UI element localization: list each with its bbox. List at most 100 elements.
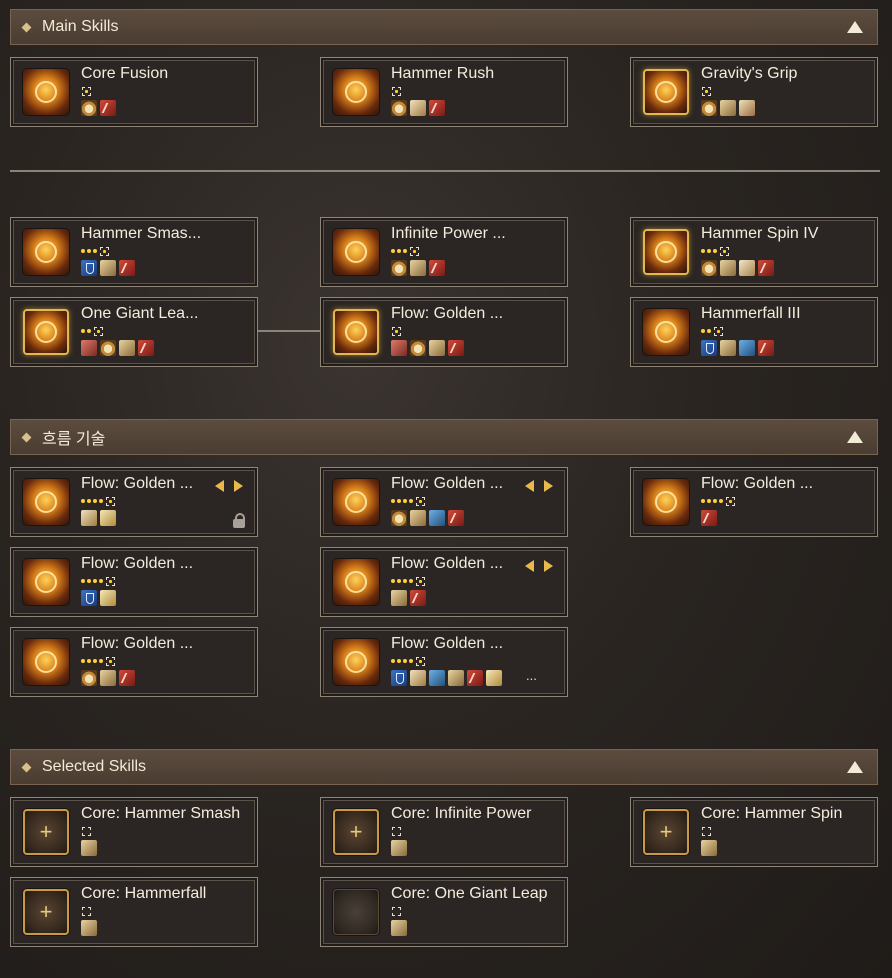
skill-card-infinite-power[interactable]: Infinite Power ... xyxy=(320,217,568,287)
selected-skill-card-one-giant-leap[interactable]: Core: One Giant Leap xyxy=(320,877,568,947)
flow-skill-card-1[interactable]: Flow: Golden ... xyxy=(10,467,258,537)
skill-level xyxy=(81,246,109,256)
add-skill-slot[interactable]: + xyxy=(643,809,689,855)
weak-point-icon xyxy=(758,340,774,356)
arrow-right-icon[interactable] xyxy=(234,480,243,492)
skill-tags xyxy=(701,340,777,356)
main-skill-card-gravitys-grip[interactable]: Gravity's Grip xyxy=(630,57,878,127)
push-immunity-icon xyxy=(391,920,407,936)
stagger-icon xyxy=(81,100,97,116)
stagger-icon xyxy=(391,260,407,276)
selected-skills-header[interactable]: Selected Skills xyxy=(10,749,878,785)
push-immunity-icon xyxy=(391,840,407,856)
skill-tags xyxy=(391,590,429,606)
plus-icon: + xyxy=(39,899,53,924)
runner-icon xyxy=(739,260,755,276)
section-title: Main Skills xyxy=(42,18,119,35)
burst-icon xyxy=(486,670,502,686)
lock-icon[interactable] xyxy=(233,513,245,528)
arrow-right-icon[interactable] xyxy=(544,560,553,572)
skill-level xyxy=(391,906,401,916)
skill-tags xyxy=(81,510,119,526)
selected-skill-card-hammerfall[interactable]: + Core: Hammerfall xyxy=(10,877,258,947)
skill-level xyxy=(81,496,115,506)
skill-name: Flow: Golden ... xyxy=(391,475,504,492)
add-skill-slot[interactable]: + xyxy=(23,889,69,935)
skill-name: Flow: Golden ... xyxy=(81,555,194,572)
skill-tags xyxy=(391,920,410,936)
collapse-arrow-icon[interactable] xyxy=(847,761,863,773)
selected-skill-card-hammer-spin[interactable]: + Core: Hammer Spin xyxy=(630,797,878,867)
flow-skill-card-5[interactable]: Flow: Golden ... xyxy=(320,547,568,617)
selected-skill-card-infinite-power[interactable]: + Core: Infinite Power xyxy=(320,797,568,867)
skill-level xyxy=(391,246,419,256)
skill-tags xyxy=(391,670,505,686)
skill-tags xyxy=(81,670,138,686)
flow-skill-card-7[interactable]: Flow: Golden ... ... xyxy=(320,627,568,697)
stagger-icon xyxy=(701,100,717,116)
skill-card-one-giant-leap[interactable]: One Giant Lea... xyxy=(10,297,258,367)
push-immunity-icon xyxy=(100,670,116,686)
counter-icon xyxy=(410,100,426,116)
add-skill-slot[interactable]: + xyxy=(23,809,69,855)
skill-card-flow-golden-tree[interactable]: Flow: Golden ... xyxy=(320,297,568,367)
collapse-arrow-icon[interactable] xyxy=(847,431,863,443)
push-immunity-icon xyxy=(720,100,736,116)
skill-icon xyxy=(333,479,379,525)
more-tags-indicator: ... xyxy=(526,668,537,683)
flow-skill-card-6[interactable]: Flow: Golden ... xyxy=(10,627,258,697)
arrow-left-icon[interactable] xyxy=(525,560,534,572)
flow-skill-card-3[interactable]: Flow: Golden ... xyxy=(630,467,878,537)
skill-level xyxy=(701,496,735,506)
skill-card-hammer-smash[interactable]: Hammer Smas... xyxy=(10,217,258,287)
weak-point-icon xyxy=(448,340,464,356)
mobility-icon xyxy=(429,510,445,526)
flow-skill-card-4[interactable]: Flow: Golden ... xyxy=(10,547,258,617)
skill-icon xyxy=(643,229,689,275)
skill-level xyxy=(701,246,729,256)
selected-skill-card-hammer-smash[interactable]: + Core: Hammer Smash xyxy=(10,797,258,867)
skill-icon xyxy=(23,479,69,525)
main-skills-header[interactable]: Main Skills xyxy=(10,9,878,45)
skill-level xyxy=(81,576,115,586)
skill-tags xyxy=(81,840,100,856)
skill-card-hammerfall[interactable]: Hammerfall III xyxy=(630,297,878,367)
push-immunity-icon xyxy=(448,670,464,686)
skill-name: Core Fusion xyxy=(81,65,169,82)
skill-icon xyxy=(333,639,379,685)
weak-point-icon xyxy=(758,260,774,276)
counter-icon xyxy=(410,670,426,686)
skill-tags xyxy=(391,510,467,526)
collapse-arrow-icon[interactable] xyxy=(847,21,863,33)
skill-tags xyxy=(391,340,467,356)
add-skill-slot[interactable]: + xyxy=(333,809,379,855)
push-immunity-icon xyxy=(100,260,116,276)
arrow-right-icon[interactable] xyxy=(544,480,553,492)
skill-tags xyxy=(701,100,758,116)
skill-icon xyxy=(333,559,379,605)
skill-name: Core: Hammer Spin xyxy=(701,805,843,822)
skill-card-hammer-spin[interactable]: Hammer Spin IV xyxy=(630,217,878,287)
skill-name: Flow: Golden ... xyxy=(391,635,504,652)
flow-skills-header[interactable]: 흐름 기술 xyxy=(10,419,878,455)
skill-name: Flow: Golden ... xyxy=(701,475,814,492)
plus-icon: + xyxy=(349,819,363,844)
skill-level xyxy=(391,826,401,836)
main-skill-card-hammer-rush[interactable]: Hammer Rush xyxy=(320,57,568,127)
arrow-left-icon[interactable] xyxy=(215,480,224,492)
guard-icon xyxy=(81,590,97,606)
plus-icon: + xyxy=(659,819,673,844)
section-title: Selected Skills xyxy=(42,758,147,775)
diamond-icon xyxy=(21,762,32,772)
main-skill-card-core-fusion[interactable]: Core Fusion xyxy=(10,57,258,127)
skill-tags xyxy=(81,920,100,936)
skill-icon xyxy=(23,639,69,685)
flow-skill-card-2[interactable]: Flow: Golden ... xyxy=(320,467,568,537)
weak-point-icon xyxy=(701,510,717,526)
stagger-icon xyxy=(100,340,116,356)
weak-point-icon xyxy=(119,670,135,686)
skill-slot[interactable] xyxy=(333,889,379,935)
variant-arrows xyxy=(525,480,553,492)
arrow-left-icon[interactable] xyxy=(525,480,534,492)
mobility-icon xyxy=(739,340,755,356)
